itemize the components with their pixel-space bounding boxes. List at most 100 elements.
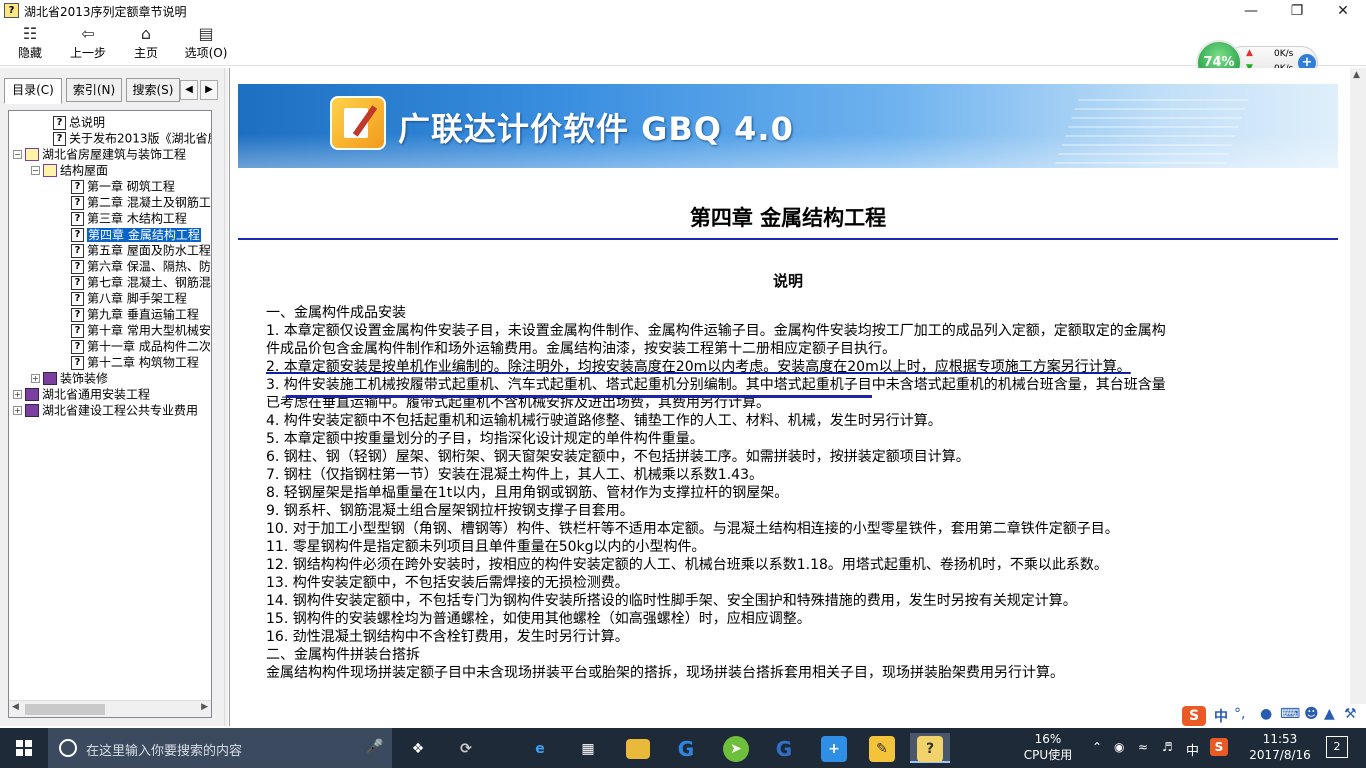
search-placeholder: 在这里输入你要搜索的内容: [86, 744, 243, 759]
ime-skin-icon[interactable]: ☻: [1304, 706, 1319, 722]
tree-item[interactable]: ? 第八章 脚手架工程: [71, 290, 187, 306]
green-app-icon[interactable]: ➤: [716, 733, 756, 763]
home-button[interactable]: ⌂ 主页: [120, 24, 172, 64]
sogou-tray-icon[interactable]: S: [1210, 738, 1228, 756]
wifi-icon[interactable]: ≈: [1138, 740, 1148, 780]
closed-book-icon: [25, 404, 39, 417]
tree-item[interactable]: ? 第十一章 成品构件二次: [71, 338, 211, 354]
tray-person-icon[interactable]: ◉: [1114, 740, 1124, 780]
body-line: 2. 本章定额安装是按单机作业编制的。除注明外，均按安装高度在20m以内考虑。安…: [266, 359, 1131, 375]
tree-item[interactable]: ? 第十二章 构筑物工程: [71, 354, 199, 370]
contents-tree[interactable]: ?总说明?关于发布2013版《湖北省房屋−湖北省房屋建筑与装饰工程−结构屋面?第…: [8, 110, 212, 718]
ime-mic-icon[interactable]: ●: [1260, 706, 1272, 722]
options-button[interactable]: ▤ 选项(O): [180, 24, 232, 64]
tree-item[interactable]: ? 第七章 混凝土、钢筋混: [71, 274, 211, 290]
tab-scroll-right-icon[interactable]: ▶: [200, 80, 218, 100]
blue-plus-app-icon[interactable]: +: [814, 733, 854, 763]
body-line: 16. 劲性混凝土钢结构中不含栓钉费用，发生时另行计算。: [266, 629, 629, 645]
tree-item[interactable]: ? 第四章 金属结构工程: [71, 226, 201, 242]
help-viewer-task-icon[interactable]: ?: [910, 733, 950, 763]
help-topic-icon: ?: [53, 131, 66, 146]
tree-item[interactable]: ? 总说明: [53, 114, 105, 130]
tree-item-label: 关于发布2013版《湖北省房屋: [69, 131, 211, 146]
expand-icon[interactable]: +: [13, 406, 22, 415]
tree-item-label: 第二章 混凝土及钢筋工: [87, 195, 211, 210]
scroll-left-icon[interactable]: ◀: [12, 702, 19, 712]
ime-shirt-icon[interactable]: ▲: [1324, 706, 1335, 722]
taskbar-search[interactable]: 在这里输入你要搜索的内容 🎤: [48, 728, 392, 768]
body-line: 7. 钢柱（仅指钢柱第一节）安装在混凝土构件上，其人工、机械乘以系数1.43。: [266, 467, 763, 483]
scroll-thumb[interactable]: [25, 704, 105, 715]
title-rule: [238, 238, 1338, 240]
ime-lang-indicator[interactable]: 中: [1214, 706, 1228, 726]
handwritten-underline: [286, 395, 872, 398]
ime-keyboard-icon[interactable]: ⌨: [1280, 706, 1300, 722]
tree-item[interactable]: ? 第五章 屋面及防水工程: [71, 242, 211, 258]
glodon-g2-icon[interactable]: G: [764, 733, 804, 763]
volume-icon[interactable]: ♬: [1162, 740, 1173, 780]
ime-tools-icon[interactable]: ⚒: [1344, 706, 1357, 722]
tree-item-label: 湖北省房屋建筑与装饰工程: [42, 147, 187, 162]
tree-item[interactable]: + 湖北省通用安装工程: [13, 386, 150, 402]
tree-item[interactable]: − 结构屋面: [31, 162, 108, 178]
tree-item[interactable]: ?关于发布2013版《湖北省房屋: [53, 130, 211, 146]
clock[interactable]: 11:53 2017/8/16: [1240, 731, 1320, 763]
tree-item[interactable]: + 装饰装修: [31, 370, 108, 386]
tab-search[interactable]: 搜索(S): [126, 78, 180, 102]
minimize-button[interactable]: —: [1228, 0, 1274, 22]
body-line: 14. 钢构件安装定额中，不包括专门为钢构件安装所搭设的临时性脚手架、安全围护和…: [266, 593, 1077, 609]
ime-punct-icon[interactable]: °,: [1234, 706, 1245, 722]
tab-index[interactable]: 索引(N): [66, 78, 122, 102]
close-button[interactable]: ✕: [1320, 0, 1366, 22]
tab-contents[interactable]: 目录(C): [4, 78, 62, 104]
tree-item[interactable]: ? 第二章 混凝土及钢筋工: [71, 194, 211, 210]
expand-icon[interactable]: +: [31, 374, 40, 383]
tray-overflow-chevron-icon[interactable]: ⌃: [1092, 740, 1102, 780]
collapse-icon[interactable]: −: [13, 150, 22, 159]
task-view-icon[interactable]: ❖: [398, 733, 438, 763]
ime-language-indicator[interactable]: 中: [1186, 740, 1199, 780]
notepad-app-icon[interactable]: ✎: [862, 733, 902, 763]
toolbar: ☷ 隐藏 ⇦ 上一步 ⌂ 主页 ▤ 选项(O): [0, 22, 1366, 66]
options-label: 选项(O): [184, 46, 228, 60]
tree-item[interactable]: ? 第九章 垂直运输工程: [71, 306, 199, 322]
edge-browser-icon[interactable]: e: [520, 733, 560, 763]
help-topic-icon: ?: [71, 291, 84, 306]
tree-item[interactable]: − 湖北省房屋建筑与装饰工程: [13, 146, 186, 162]
scroll-right-icon[interactable]: ▶: [201, 702, 208, 712]
window-title: 湖北省2013序列定额章节说明: [24, 5, 187, 19]
tree-item-label: 第九章 垂直运输工程: [87, 307, 199, 322]
tree-item-label: 第十二章 构筑物工程: [87, 355, 199, 370]
expand-icon[interactable]: +: [13, 390, 22, 399]
body-line: 二、金属构件拼装台搭拆: [266, 647, 420, 663]
action-center-button[interactable]: 2: [1326, 736, 1348, 758]
app-swirl-icon[interactable]: ⟳: [446, 733, 486, 763]
microphone-icon[interactable]: 🎤: [366, 739, 383, 755]
tab-scroll-left-icon[interactable]: ◀: [180, 80, 198, 100]
start-button[interactable]: [0, 728, 48, 768]
glodon-g-icon[interactable]: G: [666, 733, 706, 763]
restore-button[interactable]: ❐: [1274, 0, 1320, 22]
help-topic-icon: ?: [71, 179, 84, 194]
hide-button[interactable]: ☷ 隐藏: [4, 24, 56, 64]
help-topic-icon: ?: [71, 243, 84, 258]
tree-item[interactable]: ? 第六章 保温、隔热、防: [71, 258, 211, 274]
tree-horizontal-scrollbar[interactable]: ◀ ▶: [9, 700, 211, 717]
sogou-ime-icon[interactable]: S: [1182, 706, 1206, 726]
tree-item-label: 第三章 木结构工程: [87, 211, 187, 226]
pane-splitter[interactable]: [224, 68, 228, 726]
tree-item[interactable]: ? 第三章 木结构工程: [71, 210, 187, 226]
tree-item-label: 第五章 屋面及防水工程: [87, 243, 211, 258]
tree-item[interactable]: ? 第十章 常用大型机械安: [71, 322, 211, 338]
store-icon[interactable]: ▦: [568, 733, 608, 763]
content-scrollbar[interactable]: ▲: [1350, 68, 1366, 726]
collapse-icon[interactable]: −: [31, 166, 40, 175]
tree-item[interactable]: + 湖北省建设工程公共专业费用: [13, 402, 198, 418]
ime-toolbar[interactable]: S 中 °, ● ⌨ ☻ ▲ ⚒: [1180, 704, 1366, 728]
help-topic-icon: ?: [71, 275, 84, 290]
file-explorer-icon[interactable]: [618, 733, 658, 763]
tree-item[interactable]: ? 第一章 砌筑工程: [71, 178, 175, 194]
cpu-usage[interactable]: 16% CPU使用: [1010, 731, 1086, 763]
scroll-up-icon[interactable]: ▲: [1353, 70, 1360, 80]
back-button[interactable]: ⇦ 上一步: [62, 24, 114, 64]
